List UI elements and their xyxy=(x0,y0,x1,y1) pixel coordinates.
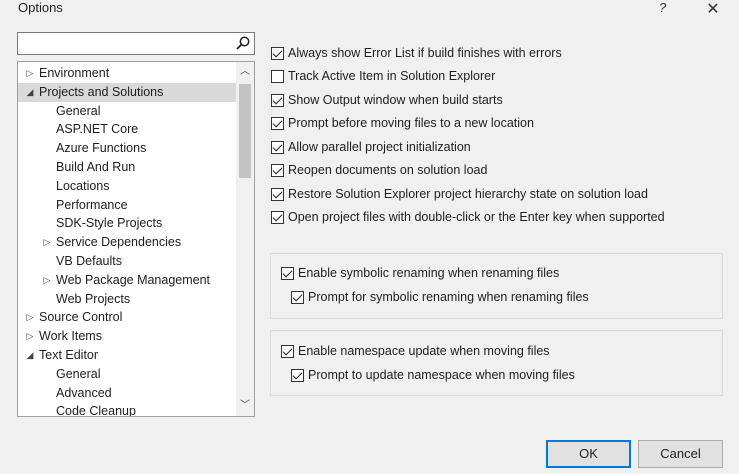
option-label: Prompt to update namespace when moving f… xyxy=(308,368,575,382)
tree-item-label: VB Defaults xyxy=(56,253,123,268)
checkbox[interactable] xyxy=(281,266,294,280)
tree-item[interactable]: ▷ Environment xyxy=(18,64,237,83)
tree-items: ▷ Environment ◢ Projects and Solutions Gener… xyxy=(18,64,237,417)
tree-item[interactable]: ▷ Service Dependencies xyxy=(18,233,237,252)
tree-item-label: Service Dependencies xyxy=(56,235,182,250)
tree-item[interactable]: ▷ Work Items xyxy=(18,327,237,346)
tree-item[interactable]: Advanced xyxy=(18,384,237,403)
expand-arrow-icon[interactable]: ▷ xyxy=(42,271,52,290)
option-label: Restore Solution Explorer project hierar… xyxy=(288,187,648,201)
search-input[interactable] xyxy=(18,33,228,54)
checkbox[interactable] xyxy=(271,93,284,107)
tree-item-label: General xyxy=(56,366,101,381)
tree-item[interactable]: Build And Run xyxy=(18,158,237,177)
tree-item-label: Azure Functions xyxy=(56,141,147,156)
checkbox[interactable] xyxy=(271,163,284,177)
tree-item[interactable]: Code Cleanup xyxy=(18,402,237,417)
checkbox[interactable] xyxy=(271,116,284,130)
checkbox[interactable] xyxy=(271,69,284,83)
search-icon[interactable] xyxy=(235,35,251,51)
tree-item-label: Text Editor xyxy=(39,347,99,362)
option-label: Allow parallel project initialization xyxy=(288,140,471,154)
title-bar: Options ? ✕ xyxy=(0,0,739,22)
checkbox[interactable] xyxy=(271,140,284,154)
option-label: Reopen documents on solution load xyxy=(288,163,488,177)
checkbox[interactable] xyxy=(281,344,294,358)
option-label: Prompt before moving files to a new loca… xyxy=(288,116,534,130)
tree-scrollbar[interactable]: ︿ ﹀ xyxy=(236,62,254,416)
option-open-project-files[interactable]: Open project files with double-click or … xyxy=(271,208,665,226)
tree-item-label: Projects and Solutions xyxy=(39,84,164,99)
checkbox[interactable] xyxy=(271,187,284,201)
tree-item-label: Build And Run xyxy=(56,159,136,174)
scroll-thumb[interactable] xyxy=(239,84,251,178)
checkbox[interactable] xyxy=(271,46,284,60)
expand-arrow-icon[interactable]: ▷ xyxy=(25,64,35,83)
tree-item-label: Performance xyxy=(56,197,128,212)
checkbox[interactable] xyxy=(291,368,304,382)
tree-item[interactable]: General xyxy=(18,102,237,121)
tree-item-label: General xyxy=(56,103,101,118)
tree-item[interactable]: ◢ Projects and Solutions xyxy=(18,82,237,102)
checkbox[interactable] xyxy=(291,290,304,304)
tree-item-label: SDK-Style Projects xyxy=(56,216,163,231)
option-label: Show Output window when build starts xyxy=(288,93,503,107)
option-track-active-item[interactable]: Track Active Item in Solution Explorer xyxy=(271,67,495,85)
options-tree[interactable]: ▷ Environment ◢ Projects and Solutions Gener… xyxy=(17,61,255,417)
option-enable-namespace-update[interactable]: Enable namespace update when moving file… xyxy=(281,342,550,360)
option-label: Open project files with double-click or … xyxy=(288,210,665,224)
tree-item[interactable]: General xyxy=(18,365,237,384)
option-label: Enable namespace update when moving file… xyxy=(298,344,550,358)
tree-item-label: Source Control xyxy=(39,310,123,325)
help-button[interactable]: ? xyxy=(659,0,666,15)
option-label: Track Active Item in Solution Explorer xyxy=(288,69,496,83)
tree-item-label: Web Projects xyxy=(56,291,131,306)
collapse-arrow-icon[interactable]: ◢ xyxy=(25,346,35,365)
tree-item-label: Environment xyxy=(39,66,110,80)
option-label: Enable symbolic renaming when renaming f… xyxy=(298,266,560,280)
option-always-show-error-list[interactable]: Always show Error List if build finishes… xyxy=(271,44,562,62)
namespace-update-group xyxy=(270,330,723,396)
scroll-up-icon[interactable]: ︿ xyxy=(236,64,254,80)
option-enable-symbolic-renaming[interactable]: Enable symbolic renaming when renaming f… xyxy=(281,264,559,282)
window-title: Options xyxy=(18,0,63,15)
tree-item-label: Code Cleanup xyxy=(56,404,136,417)
option-prompt-namespace-update[interactable]: Prompt to update namespace when moving f… xyxy=(291,366,575,384)
close-button[interactable]: ✕ xyxy=(702,0,724,18)
tree-item[interactable]: ▷ Source Control xyxy=(18,308,237,327)
expand-arrow-icon[interactable]: ▷ xyxy=(25,327,35,346)
option-reopen-documents[interactable]: Reopen documents on solution load xyxy=(271,161,487,179)
option-prompt-before-moving[interactable]: Prompt before moving files to a new loca… xyxy=(271,114,534,132)
tree-item-label: ASP.NET Core xyxy=(56,122,139,137)
tree-item[interactable]: SDK-Style Projects xyxy=(18,214,237,233)
tree-item-label: Advanced xyxy=(56,385,112,400)
ok-button[interactable]: OK xyxy=(546,440,631,468)
option-label: Always show Error List if build finishes… xyxy=(288,46,562,60)
tree-item[interactable]: ▷ Web Package Management xyxy=(18,271,237,290)
tree-item-label: Locations xyxy=(56,178,110,193)
symbolic-renaming-group xyxy=(270,253,723,319)
expand-arrow-icon[interactable]: ▷ xyxy=(25,308,35,327)
expand-arrow-icon[interactable]: ▷ xyxy=(42,233,52,252)
tree-item[interactable]: ASP.NET Core xyxy=(18,120,237,139)
option-restore-hierarchy[interactable]: Restore Solution Explorer project hierar… xyxy=(271,185,648,203)
option-prompt-symbolic-renaming[interactable]: Prompt for symbolic renaming when renami… xyxy=(291,288,589,306)
option-show-output-window[interactable]: Show Output window when build starts xyxy=(271,91,503,109)
option-allow-parallel-init[interactable]: Allow parallel project initialization xyxy=(271,138,471,156)
tree-item[interactable]: Locations xyxy=(18,177,237,196)
option-label: Prompt for symbolic renaming when renami… xyxy=(308,290,589,304)
collapse-arrow-icon[interactable]: ◢ xyxy=(25,83,35,102)
scroll-down-icon[interactable]: ﹀ xyxy=(236,398,254,414)
tree-item[interactable]: ◢ Text Editor xyxy=(18,346,237,365)
cancel-button[interactable]: Cancel xyxy=(638,440,723,468)
checkbox[interactable] xyxy=(271,210,284,224)
search-box[interactable] xyxy=(17,32,255,55)
tree-item-label: Work Items xyxy=(39,329,102,344)
tree-item[interactable]: VB Defaults xyxy=(18,252,237,271)
tree-item[interactable]: Azure Functions xyxy=(18,139,237,158)
tree-item[interactable]: Performance xyxy=(18,196,237,215)
tree-item[interactable]: Web Projects xyxy=(18,290,237,309)
tree-item-label: Web Package Management xyxy=(56,272,211,287)
